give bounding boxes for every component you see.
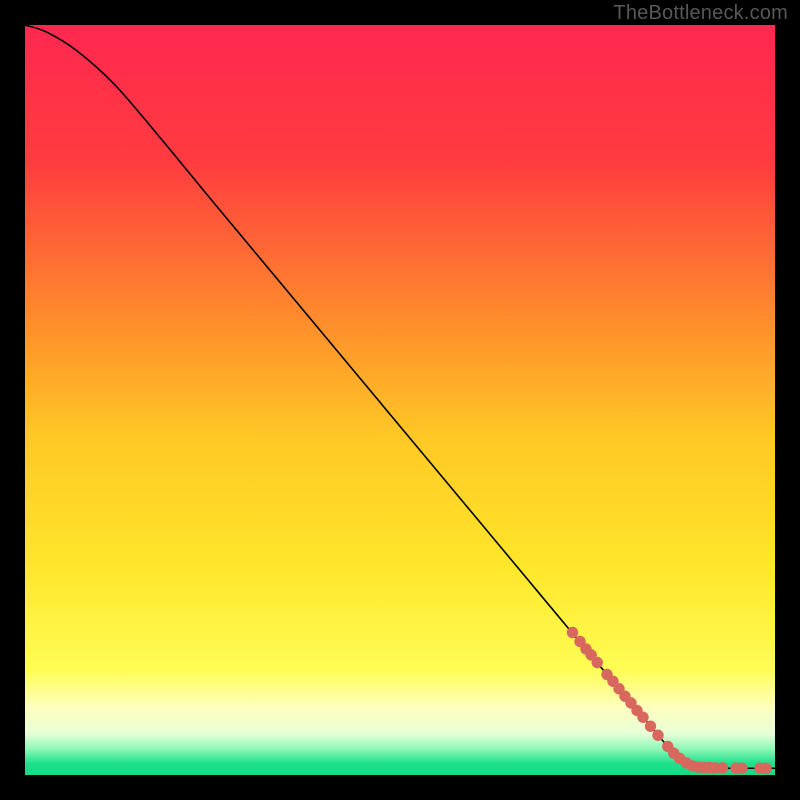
marker-dot [637, 712, 648, 723]
gradient-background [25, 25, 775, 775]
chart-stage: TheBottleneck.com [0, 0, 800, 800]
chart-svg [25, 25, 775, 775]
plot-area [25, 25, 775, 775]
watermark-label: TheBottleneck.com [613, 2, 788, 25]
marker-dot [567, 627, 578, 638]
marker-dot [736, 763, 747, 774]
marker-dot [645, 721, 656, 732]
marker-dot [592, 657, 603, 668]
marker-dot [717, 762, 728, 773]
marker-dot [760, 763, 771, 774]
marker-dot [652, 730, 663, 741]
